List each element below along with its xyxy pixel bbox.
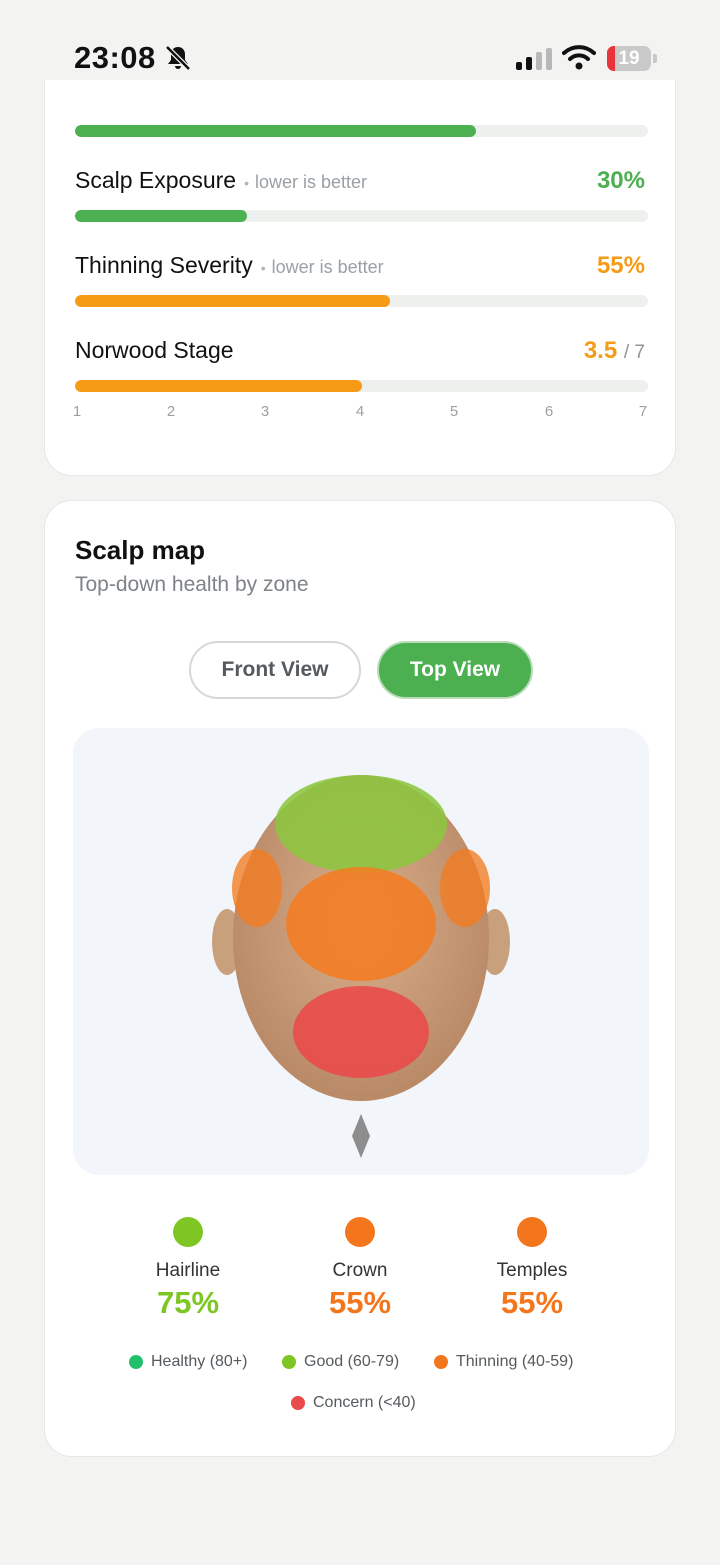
norwood-stage-bar	[75, 380, 648, 392]
zone-value: 55%	[328, 1285, 392, 1320]
nose-direction-marker	[352, 1114, 370, 1158]
legend-dot	[434, 1355, 448, 1369]
legend-label: Thinning (40-59)	[456, 1353, 574, 1370]
legend-dot	[291, 1396, 305, 1410]
scalp-exposure-bar-fill	[75, 210, 247, 222]
front-view-button[interactable]: Front View	[189, 641, 361, 699]
mid-scalp-zone[interactable]	[286, 867, 436, 981]
norwood-stage-value: 3.5 / 7	[583, 337, 645, 364]
zone-status-dot	[517, 1217, 547, 1247]
legend-label: Concern (<40)	[313, 1394, 416, 1411]
zone-temples[interactable]: Temples 55%	[446, 1217, 618, 1321]
scalp-exposure-value: 30%	[596, 167, 645, 194]
metric-bar-track	[75, 125, 648, 137]
metrics-card: Scalp Exposure • lower is better 30% Thinn…	[44, 80, 676, 476]
zone-status-dot	[173, 1217, 203, 1247]
scalp-exposure-bar	[75, 210, 648, 222]
zone-status-dot	[345, 1217, 375, 1247]
wifi-icon	[562, 45, 596, 70]
battery-level: 19	[618, 47, 640, 69]
scalp-map-title: Scalp map	[75, 535, 206, 565]
legend-dot	[282, 1355, 296, 1369]
legend-good: Good (60-79)	[282, 1353, 399, 1371]
scalp-exposure-label: Scalp Exposure • lower is better	[75, 167, 368, 193]
norwood-scale-tick: 3	[260, 403, 270, 420]
bell-muted-icon	[165, 45, 191, 71]
battery-cap	[653, 54, 657, 63]
left-temple-zone[interactable]	[232, 849, 282, 927]
norwood-stage-bar-fill	[75, 380, 362, 392]
scalp-map-card: Scalp map Top-down health by zone Front …	[44, 500, 676, 1457]
thinning-severity-bar-fill	[75, 295, 391, 307]
legend-healthy: Healthy (80+)	[129, 1353, 248, 1371]
head-top-view-illustration	[212, 775, 510, 1158]
norwood-stage-label: Norwood Stage	[75, 337, 234, 363]
zone-name: Temples	[496, 1260, 568, 1281]
thinning-severity-label: Thinning Severity • lower is better	[75, 252, 384, 278]
norwood-scale-tick: 7	[638, 403, 648, 420]
zone-name: Hairline	[155, 1260, 221, 1281]
scalp-map-subtitle: Top-down health by zone	[75, 573, 309, 596]
crown-zone[interactable]	[293, 986, 429, 1078]
hairline-zone[interactable]	[275, 775, 447, 873]
legend-label: Good (60-79)	[304, 1353, 400, 1370]
zone-crown[interactable]: Crown 55%	[274, 1217, 446, 1321]
legend-label: Healthy (80+)	[151, 1353, 248, 1370]
zone-hairline[interactable]: Hairline 75%	[102, 1217, 274, 1321]
zone-name: Crown	[332, 1260, 388, 1281]
cellular-signal-icon	[516, 48, 552, 70]
norwood-scale-tick: 1	[72, 403, 82, 420]
legend-thinning: Thinning (40-59)	[434, 1353, 573, 1371]
thinning-severity-bar	[75, 295, 648, 307]
legend-dot	[129, 1355, 143, 1369]
norwood-scale-tick: 4	[355, 403, 365, 420]
thinning-severity-value: 55%	[596, 252, 645, 279]
metric-bar-fill	[75, 125, 477, 137]
norwood-scale-tick: 5	[449, 403, 459, 420]
status-time: 23:08	[74, 40, 156, 75]
zone-value: 75%	[156, 1285, 220, 1320]
norwood-scale-tick: 2	[166, 403, 176, 420]
zone-value: 55%	[500, 1285, 564, 1320]
battery-icon: 19	[607, 46, 651, 71]
scalp-map-canvas	[73, 728, 649, 1175]
legend-concern: Concern (<40)	[291, 1394, 416, 1412]
right-temple-zone[interactable]	[440, 849, 490, 927]
norwood-scale-tick: 6	[544, 403, 554, 420]
top-view-button[interactable]: Top View	[377, 641, 533, 699]
